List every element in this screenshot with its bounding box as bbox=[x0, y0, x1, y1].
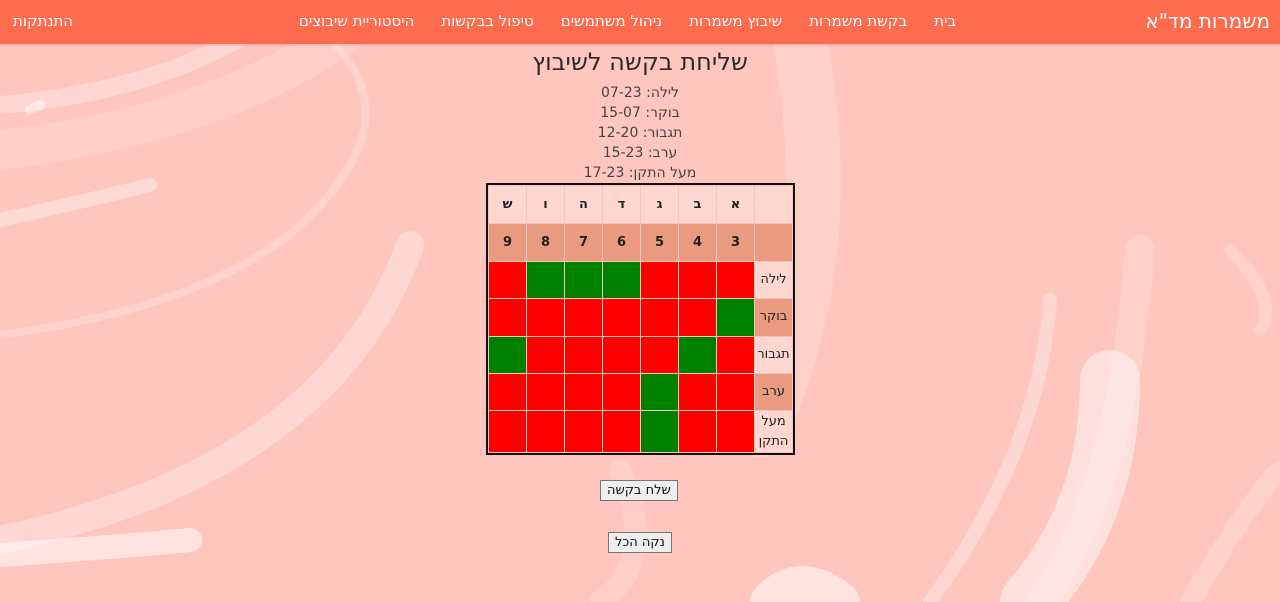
shift-row: בוקר bbox=[488, 298, 793, 337]
shift-row: מעל התקן bbox=[488, 410, 793, 453]
page-title: שליחת בקשה לשיבוץ bbox=[532, 48, 748, 76]
legend-evening: ערב: 15-23 bbox=[602, 145, 678, 161]
shift-cell-red[interactable] bbox=[526, 298, 565, 337]
day-header: ב bbox=[678, 184, 717, 225]
shift-request-table: א ב ג ד ה ו ש 3 4 5 6 7 8 9 לילה בוקר תג… bbox=[486, 183, 795, 455]
nav-links: בית בקשת משמרות שיבוץ משמרות ניהול משתמש… bbox=[299, 12, 956, 30]
shift-row: ערב bbox=[488, 373, 793, 412]
shift-row: תגבור bbox=[488, 335, 793, 375]
legend-morning: בוקר: 15-07 bbox=[600, 105, 680, 121]
shift-cell-red[interactable] bbox=[526, 410, 565, 453]
clear-all-button[interactable]: נקה הכל bbox=[608, 532, 672, 553]
shift-cell-green[interactable] bbox=[602, 260, 641, 300]
nav-home[interactable]: בית bbox=[934, 12, 956, 30]
shift-cell-red[interactable] bbox=[678, 410, 717, 453]
shift-cell-red[interactable] bbox=[716, 373, 755, 412]
day-header: א bbox=[716, 184, 755, 225]
shift-label: לילה bbox=[754, 260, 793, 300]
shift-cell-red[interactable] bbox=[488, 298, 527, 337]
shift-cell-red[interactable] bbox=[526, 335, 565, 375]
shift-label: ערב bbox=[754, 373, 793, 412]
shift-cell-red[interactable] bbox=[716, 260, 755, 300]
shift-cell-red[interactable] bbox=[640, 260, 679, 300]
shift-cell-red[interactable] bbox=[564, 373, 603, 412]
shift-cell-red[interactable] bbox=[678, 298, 717, 337]
date-header: 4 bbox=[678, 223, 717, 262]
day-header: ג bbox=[640, 184, 679, 225]
shift-cell-red[interactable] bbox=[488, 410, 527, 453]
shift-cell-green[interactable] bbox=[640, 410, 679, 453]
shift-cell-red[interactable] bbox=[488, 260, 527, 300]
shift-cell-red[interactable] bbox=[716, 410, 755, 453]
legend-night: לילה: 07-23 bbox=[600, 85, 680, 101]
shift-hours-legend: לילה: 07-23 בוקר: 15-07 תגבור: 12-20 ערב… bbox=[0, 83, 1280, 183]
shift-label: מעל התקן bbox=[754, 410, 793, 453]
shift-cell-red[interactable] bbox=[716, 335, 755, 375]
day-header: ש bbox=[488, 184, 527, 225]
corner-cell bbox=[754, 184, 793, 225]
shift-cell-red[interactable] bbox=[602, 373, 641, 412]
legend-above-standard: מעל התקן: 17-23 bbox=[583, 165, 697, 181]
days-header-row: א ב ג ד ה ו ש bbox=[488, 184, 793, 225]
shift-cell-red[interactable] bbox=[564, 298, 603, 337]
shift-cell-green[interactable] bbox=[640, 373, 679, 412]
nav-handle-requests[interactable]: טיפול בבקשות bbox=[441, 12, 533, 30]
shift-cell-green[interactable] bbox=[678, 335, 717, 375]
day-header: ו bbox=[526, 184, 565, 225]
shift-cell-red[interactable] bbox=[602, 410, 641, 453]
nav-request-shifts[interactable]: בקשת משמרות bbox=[809, 12, 907, 30]
shift-cell-green[interactable] bbox=[564, 260, 603, 300]
send-request-button[interactable]: שלח בקשה bbox=[600, 480, 678, 501]
day-header: ד bbox=[602, 184, 641, 225]
shift-cell-green[interactable] bbox=[526, 260, 565, 300]
logout-link[interactable]: התנתקות bbox=[13, 12, 73, 30]
shift-cell-red[interactable] bbox=[678, 260, 717, 300]
shift-label: בוקר bbox=[754, 298, 793, 337]
shift-cell-red[interactable] bbox=[678, 373, 717, 412]
shift-cell-red[interactable] bbox=[564, 410, 603, 453]
shift-cell-red[interactable] bbox=[602, 335, 641, 375]
date-header: 3 bbox=[716, 223, 755, 262]
date-header: 6 bbox=[602, 223, 641, 262]
shift-cell-red[interactable] bbox=[640, 298, 679, 337]
date-header: 8 bbox=[526, 223, 565, 262]
nav-assign-shifts[interactable]: שיבוץ משמרות bbox=[689, 12, 782, 30]
shift-cell-red[interactable] bbox=[602, 298, 641, 337]
shift-cell-red[interactable] bbox=[564, 335, 603, 375]
brand-title[interactable]: משמרות מד"א bbox=[1145, 9, 1270, 33]
shift-cell-green[interactable] bbox=[716, 298, 755, 337]
shift-label: תגבור bbox=[754, 335, 793, 375]
main-content: שליחת בקשה לשיבוץ לילה: 07-23 בוקר: 15-0… bbox=[0, 44, 1280, 602]
dates-header-row: 3 4 5 6 7 8 9 bbox=[488, 223, 793, 262]
shift-cell-red[interactable] bbox=[640, 335, 679, 375]
shift-cell-red[interactable] bbox=[526, 373, 565, 412]
top-navbar: משמרות מד"א בית בקשת משמרות שיבוץ משמרות… bbox=[0, 0, 1280, 44]
shift-cell-red[interactable] bbox=[488, 373, 527, 412]
legend-reinforcement: תגבור: 12-20 bbox=[597, 125, 683, 141]
nav-assignment-history[interactable]: היסטוריית שיבוצים bbox=[299, 12, 414, 30]
date-header: 9 bbox=[488, 223, 527, 262]
shift-row: לילה bbox=[488, 260, 793, 300]
date-header: 7 bbox=[564, 223, 603, 262]
shift-cell-green[interactable] bbox=[488, 335, 527, 375]
corner-cell bbox=[754, 223, 793, 262]
date-header: 5 bbox=[640, 223, 679, 262]
day-header: ה bbox=[564, 184, 603, 225]
nav-manage-users[interactable]: ניהול משתמשים bbox=[561, 12, 662, 30]
